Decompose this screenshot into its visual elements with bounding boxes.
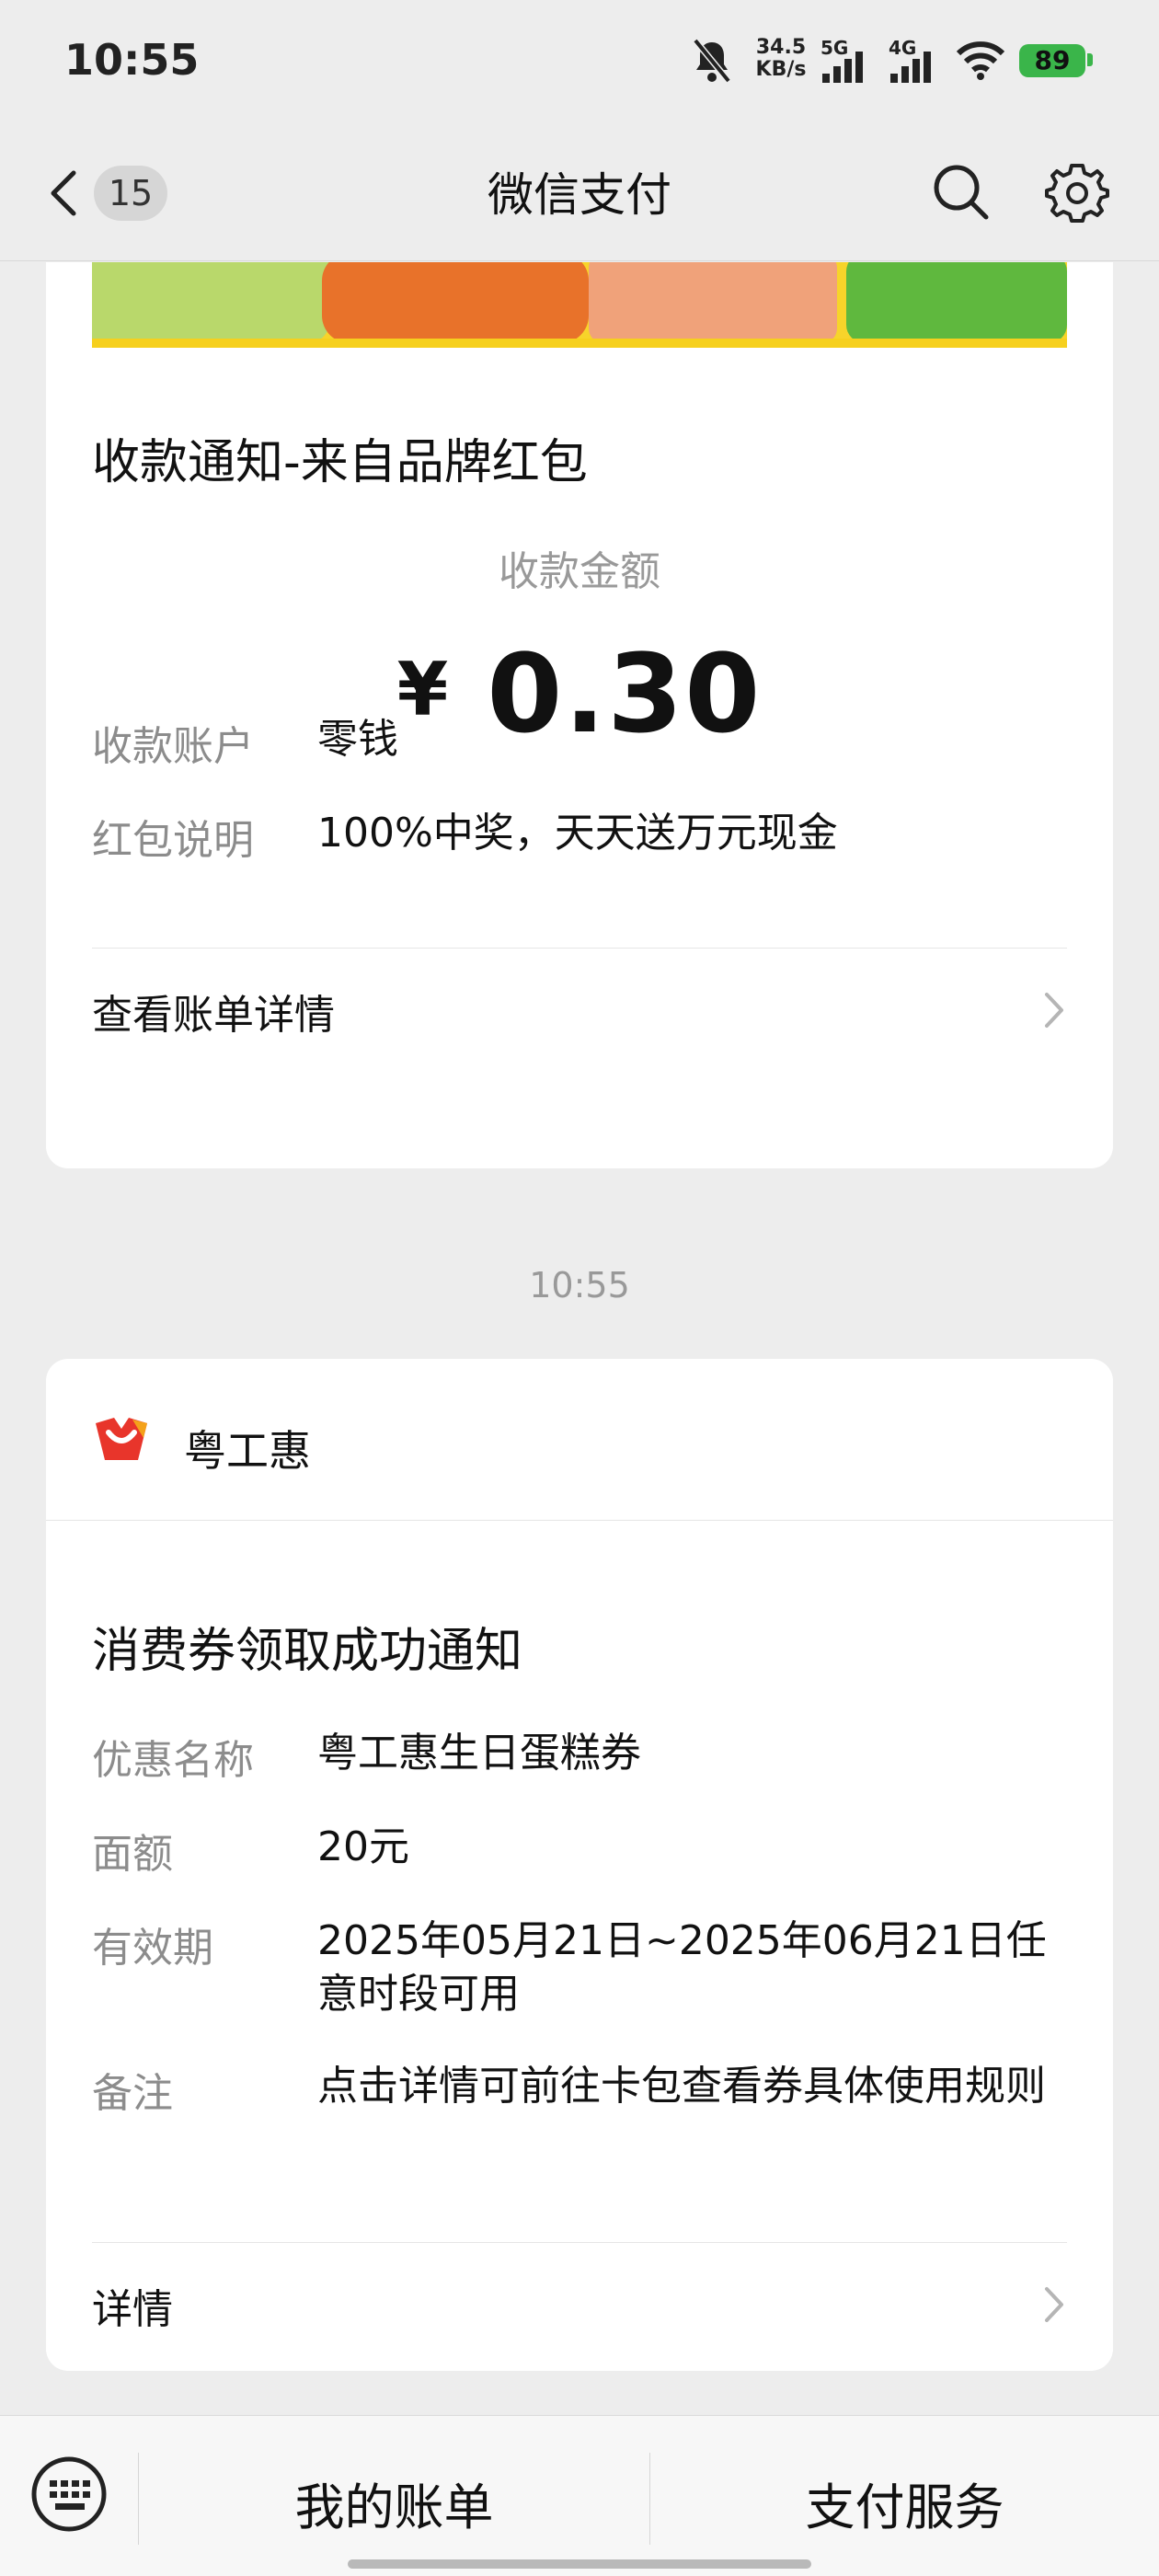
view-bill-details-link[interactable]: 查看账单详情 (92, 971, 1067, 1053)
bottom-menu-bar: 我的账单 支付服务 (0, 2415, 1159, 2576)
detail-key: 面额 (92, 1831, 173, 1878)
net-speed-unit: KB/s (755, 58, 807, 81)
home-indicator[interactable] (348, 2559, 811, 2569)
wifi-icon (956, 41, 1005, 80)
detail-value: 100%中奖，天天送万元现金 (317, 810, 838, 857)
battery-level: 89 (1034, 45, 1071, 75)
coupon-notice-card[interactable]: 粤工惠 消费券领取成功通知 优惠名称 粤工惠生日蛋糕券 面额 20元 有效期 2… (46, 1359, 1113, 2371)
divider (46, 1520, 1113, 1521)
divider (92, 2242, 1067, 2243)
detail-value: 2025年05月21日~2025年06月21日任意时段可用 (317, 1917, 1047, 2018)
divider (92, 948, 1067, 949)
detail-key: 优惠名称 (92, 1737, 254, 1784)
details-link[interactable]: 详情 (92, 2265, 1067, 2348)
notice-title: 消费券领取成功通知 (92, 1624, 523, 1679)
settings-icon[interactable] (1045, 160, 1109, 224)
detail-value: 粤工惠生日蛋糕券 (317, 1730, 641, 1777)
amount-label: 收款金额 (499, 548, 660, 595)
signal-icon: 4G (889, 37, 942, 85)
net-speed: 34.5 KB/s (749, 37, 813, 81)
detail-value: 20元 (317, 1823, 409, 1870)
message-timestamp: 10:55 (529, 1265, 630, 1305)
chevron-right-icon (1045, 2287, 1063, 2322)
message-list[interactable]: 收款通知-来自品牌红包 收款金额 ¥0.30 收款账户 零钱 红包说明 100%… (0, 262, 1159, 2415)
search-icon[interactable] (929, 160, 993, 224)
payment-notice-card[interactable]: 收款通知-来自品牌红包 收款金额 ¥0.30 收款账户 零钱 红包说明 100%… (46, 262, 1113, 1168)
net-speed-value: 34.5 (755, 36, 807, 59)
detail-key: 备注 (92, 2070, 173, 2117)
battery-tip (1087, 53, 1093, 66)
detail-key: 红包说明 (92, 817, 254, 864)
detail-value: 点击详情可前往卡包查看券具体使用规则 (317, 2063, 1046, 2110)
detail-key: 有效期 (92, 1925, 213, 1972)
payment-services-tab[interactable]: 支付服务 (650, 2467, 1159, 2539)
keyboard-icon[interactable] (29, 2455, 109, 2534)
promo-banner-image[interactable] (92, 262, 1067, 348)
status-bar: 10:55 34.5 KB/s 5G 4G 89 (0, 0, 1159, 120)
my-bills-tab[interactable]: 我的账单 (139, 2467, 649, 2539)
chevron-right-icon (1045, 993, 1063, 1028)
link-label: 详情 (92, 2286, 173, 2333)
detail-value: 零钱 (317, 716, 398, 763)
brand-logo-icon (96, 1418, 147, 1460)
nav-bar: 15 微信支付 (0, 120, 1159, 261)
detail-key: 收款账户 (92, 723, 254, 770)
link-label: 查看账单详情 (92, 992, 335, 1039)
bell-mute-icon (693, 38, 731, 84)
signal-icon: 5G (820, 37, 874, 85)
brand-name: 粤工惠 (184, 1426, 311, 1476)
notice-title: 收款通知-来自品牌红包 (92, 435, 588, 490)
status-time: 10:55 (64, 35, 200, 85)
battery-icon: 89 (1019, 44, 1085, 77)
